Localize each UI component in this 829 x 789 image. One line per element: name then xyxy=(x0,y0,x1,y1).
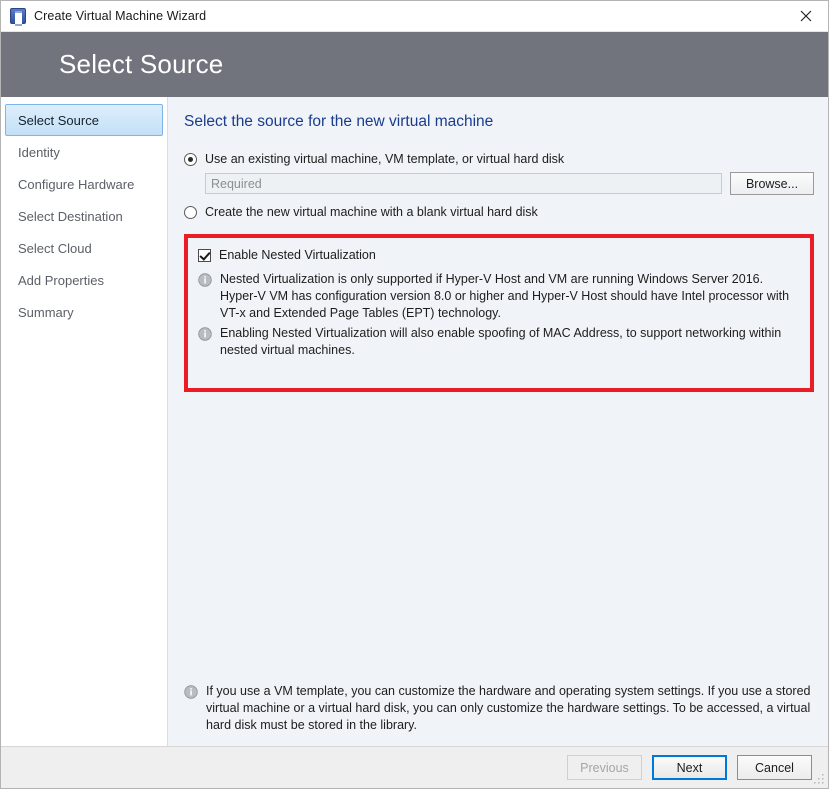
page-title: Select Source xyxy=(59,49,223,80)
sidebar-item-label: Select Destination xyxy=(18,209,123,224)
wizard-body: Select Source Identity Configure Hardwar… xyxy=(1,97,828,746)
sidebar-item-label: Summary xyxy=(18,305,74,320)
sidebar-item-summary[interactable]: Summary xyxy=(5,296,163,328)
previous-button[interactable]: Previous xyxy=(567,755,642,780)
checkbox-icon-enable-nested-virtualization[interactable] xyxy=(198,249,211,262)
checkbox-row-enable-nested-virtualization[interactable]: Enable Nested Virtualization xyxy=(198,247,800,263)
radio-option-existing-vm[interactable]: Use an existing virtual machine, VM temp… xyxy=(184,151,814,167)
wizard-window: Create Virtual Machine Wizard Select Sou… xyxy=(0,0,829,789)
wizard-step-list: Select Source Identity Configure Hardwar… xyxy=(1,97,168,746)
sidebar-item-label: Select Source xyxy=(18,113,99,128)
sidebar-item-add-properties[interactable]: Add Properties xyxy=(5,264,163,296)
info-icon xyxy=(198,273,212,287)
next-button[interactable]: Next xyxy=(652,755,727,780)
resize-grip-icon[interactable] xyxy=(813,773,825,785)
nested-note-1: Nested Virtualization is only supported … xyxy=(198,271,800,322)
info-icon xyxy=(198,327,212,341)
source-info-note: If you use a VM template, you can custom… xyxy=(184,683,814,734)
nested-note-1-text: Nested Virtualization is only supported … xyxy=(220,271,800,322)
sidebar-item-label: Add Properties xyxy=(18,273,104,288)
radio-option-blank-vhd[interactable]: Create the new virtual machine with a bl… xyxy=(184,204,814,220)
browse-button[interactable]: Browse... xyxy=(730,172,814,195)
close-icon xyxy=(800,10,812,22)
radio-icon-blank-vhd[interactable] xyxy=(184,206,197,219)
radio-label-existing-vm: Use an existing virtual machine, VM temp… xyxy=(205,151,564,167)
cancel-button[interactable]: Cancel xyxy=(737,755,812,780)
sidebar-item-select-destination[interactable]: Select Destination xyxy=(5,200,163,232)
sidebar-item-label: Identity xyxy=(18,145,60,160)
page-header: Select Source xyxy=(1,32,828,97)
sidebar-item-select-cloud[interactable]: Select Cloud xyxy=(5,232,163,264)
nested-note-2-text: Enabling Nested Virtualization will also… xyxy=(220,325,800,359)
radio-label-blank-vhd: Create the new virtual machine with a bl… xyxy=(205,204,538,220)
source-info-note-text: If you use a VM template, you can custom… xyxy=(206,683,814,734)
sidebar-item-select-source[interactable]: Select Source xyxy=(5,104,163,136)
nested-note-2: Enabling Nested Virtualization will also… xyxy=(198,325,800,359)
source-path-input[interactable] xyxy=(205,173,722,194)
sidebar-item-configure-hardware[interactable]: Configure Hardware xyxy=(5,168,163,200)
checkbox-label-enable-nested-virtualization: Enable Nested Virtualization xyxy=(219,247,376,263)
content-heading: Select the source for the new virtual ma… xyxy=(184,113,814,131)
sidebar-item-label: Configure Hardware xyxy=(18,177,134,192)
source-path-row: Browse... xyxy=(205,172,814,195)
dialog-button-bar: Previous Next Cancel xyxy=(1,746,828,788)
radio-icon-existing-vm[interactable] xyxy=(184,153,197,166)
sidebar-item-label: Select Cloud xyxy=(18,241,92,256)
info-icon xyxy=(184,685,198,699)
title-bar: Create Virtual Machine Wizard xyxy=(1,1,828,32)
nested-virtualization-highlight: Enable Nested Virtualization Nested Virt… xyxy=(184,234,814,392)
window-title: Create Virtual Machine Wizard xyxy=(34,9,784,23)
content-pane: Select the source for the new virtual ma… xyxy=(168,97,828,746)
virtual-machine-icon xyxy=(10,8,26,24)
sidebar-item-identity[interactable]: Identity xyxy=(5,136,163,168)
close-button[interactable] xyxy=(784,1,828,31)
